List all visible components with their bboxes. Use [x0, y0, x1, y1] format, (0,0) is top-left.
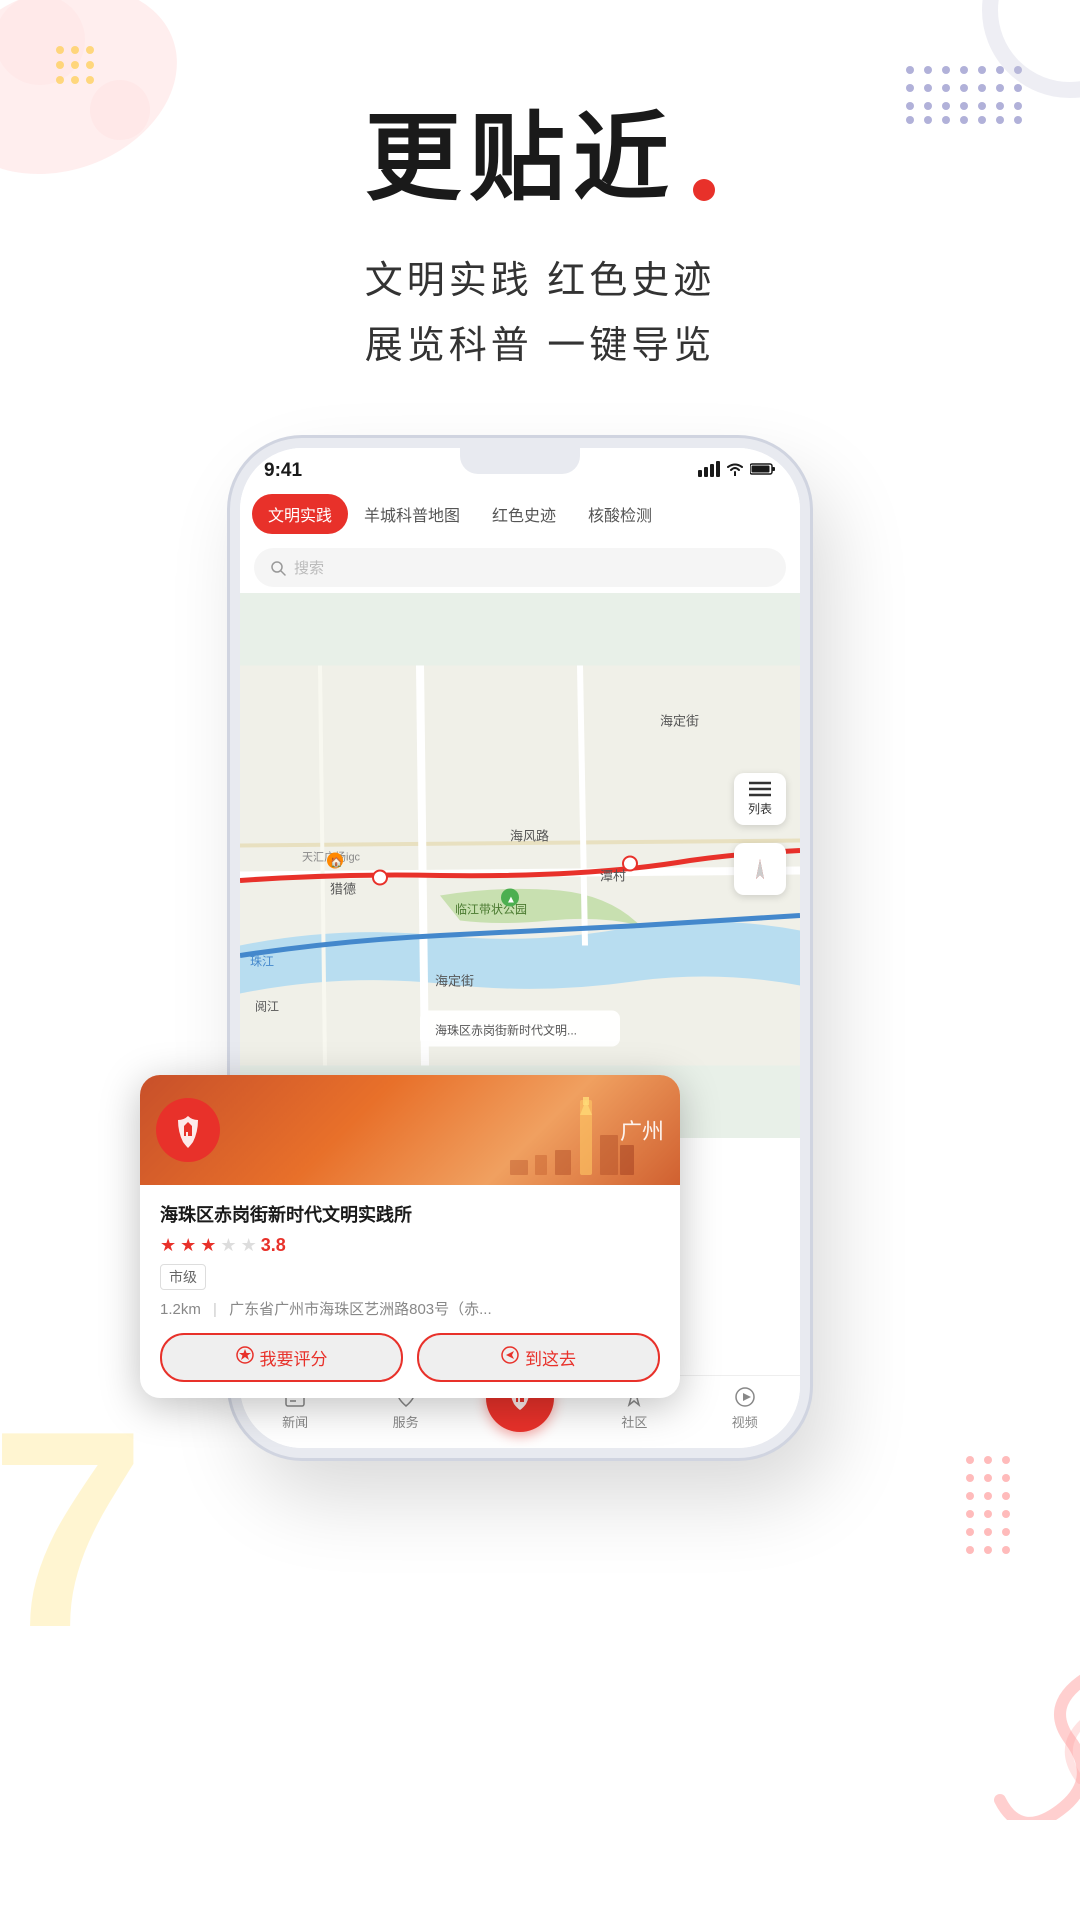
distance-text: 1.2km — [160, 1301, 201, 1318]
subtitle-line1: 文明实践 红色史迹 — [365, 249, 716, 314]
svg-text:潭村: 潭村 — [600, 869, 626, 884]
navigate-icon — [501, 1346, 519, 1369]
nav-video[interactable]: 视频 — [715, 1385, 775, 1431]
rate-icon — [236, 1346, 254, 1369]
card-city: 广州 — [620, 1114, 664, 1146]
star-3: ★ — [200, 1235, 216, 1256]
main-content: 更贴近 文明实践 红色史迹 展览科普 一键导览 9:41 — [0, 0, 1080, 1458]
svg-text:🏠: 🏠 — [330, 857, 342, 869]
hero-title-text: 更贴近 — [365, 80, 677, 219]
card-actions: 我要评分 到这去 — [160, 1333, 660, 1382]
list-button[interactable]: 列表 — [734, 773, 786, 825]
tab-bar: 文明实践 羊城科普地图 红色史迹 核酸检测 — [240, 486, 800, 542]
card-logo — [156, 1098, 220, 1162]
tab-hejian[interactable]: 核酸检测 — [572, 494, 668, 534]
svg-text:海定街: 海定街 — [435, 974, 474, 989]
svg-text:海珠区赤岗街新时代文明...: 海珠区赤岗街新时代文明... — [435, 1023, 577, 1038]
card-image-header: 广州 — [140, 1075, 680, 1185]
svg-text:海风路: 海风路 — [510, 829, 549, 844]
card-level: 市级 — [160, 1264, 660, 1298]
svg-text:▲: ▲ — [506, 895, 516, 906]
map-area: 猎德 潭村 海定街 海定街 海风路 天汇广场igc 临江带状公园 珠江 阅江 🏠 — [240, 593, 800, 1138]
navigate-label: 到这去 — [525, 1345, 576, 1370]
svg-text:海定街: 海定街 — [660, 714, 699, 729]
floating-info-card: 广州 海珠区赤岗街新时代文明实践所 ★ ★ ★ ★ ★ 3.8 市级 — [140, 1075, 680, 1398]
card-body: 海珠区赤岗街新时代文明实践所 ★ ★ ★ ★ ★ 3.8 市级 1.2km | — [140, 1185, 680, 1398]
nav-community-label: 社区 — [621, 1412, 647, 1431]
svg-text:猎德: 猎德 — [330, 882, 356, 897]
star-1: ★ — [160, 1235, 176, 1256]
search-bar[interactable]: 搜索 — [254, 548, 786, 587]
card-logo-icon — [168, 1110, 208, 1150]
phone-mockup: 9:41 — [200, 438, 880, 1458]
tab-kepu[interactable]: 羊城科普地图 — [348, 494, 476, 534]
rating-number: 3.8 — [261, 1235, 286, 1256]
rate-label: 我要评分 — [260, 1345, 328, 1370]
signal-icon — [698, 461, 720, 481]
nav-service-label: 服务 — [393, 1412, 419, 1431]
addr-separator: | — [213, 1301, 217, 1318]
card-skyline-svg — [440, 1095, 640, 1185]
subtitle-line2: 展览科普 一键导览 — [365, 314, 716, 379]
svg-text:临江带状公园: 临江带状公园 — [455, 903, 527, 917]
card-title-row: 海珠区赤岗街新时代文明实践所 — [160, 1201, 660, 1227]
star-5: ★ — [241, 1235, 257, 1256]
card-address: 1.2km | 广东省广州市海珠区艺洲路803号（赤... — [160, 1298, 660, 1319]
status-icons — [698, 461, 776, 481]
compass-icon — [748, 857, 772, 881]
svg-text:珠江: 珠江 — [250, 955, 274, 969]
video-icon — [733, 1385, 757, 1409]
level-tag: 市级 — [160, 1264, 206, 1290]
search-placeholder: 搜索 — [294, 557, 324, 578]
hero-title-dot — [693, 179, 715, 201]
tab-hongse[interactable]: 红色史迹 — [476, 494, 572, 534]
phone-notch — [460, 448, 580, 474]
hero-title: 更贴近 — [365, 80, 715, 219]
hero-subtitle: 文明实践 红色史迹 展览科普 一键导览 — [365, 249, 716, 378]
address-text: 广东省广州市海珠区艺洲路803号（赤... — [229, 1301, 492, 1318]
deco-dots-bottomright — [960, 1450, 1060, 1570]
battery-icon — [750, 462, 776, 480]
star-4: ★ — [220, 1235, 236, 1256]
nav-video-label: 视频 — [732, 1412, 758, 1431]
list-btn-label: 列表 — [748, 800, 772, 817]
deco-wave-bottomright — [920, 1620, 1080, 1820]
tab-wenming[interactable]: 文明实践 — [252, 494, 348, 534]
card-title-text: 海珠区赤岗街新时代文明实践所 — [160, 1201, 412, 1227]
svg-text:阅江: 阅江 — [255, 1000, 279, 1014]
navigate-button[interactable]: 到这去 — [417, 1333, 660, 1382]
star-2: ★ — [180, 1235, 196, 1256]
map-svg: 猎德 潭村 海定街 海定街 海风路 天汇广场igc 临江带状公园 珠江 阅江 🏠 — [240, 593, 800, 1138]
rate-button[interactable]: 我要评分 — [160, 1333, 403, 1382]
nav-news-label: 新闻 — [282, 1412, 308, 1431]
rating-row: ★ ★ ★ ★ ★ 3.8 — [160, 1235, 660, 1256]
list-icon — [749, 781, 771, 797]
status-time: 9:41 — [264, 460, 302, 482]
nav-pointer-button[interactable] — [734, 843, 786, 895]
wifi-icon — [726, 462, 744, 480]
search-icon — [270, 560, 286, 576]
